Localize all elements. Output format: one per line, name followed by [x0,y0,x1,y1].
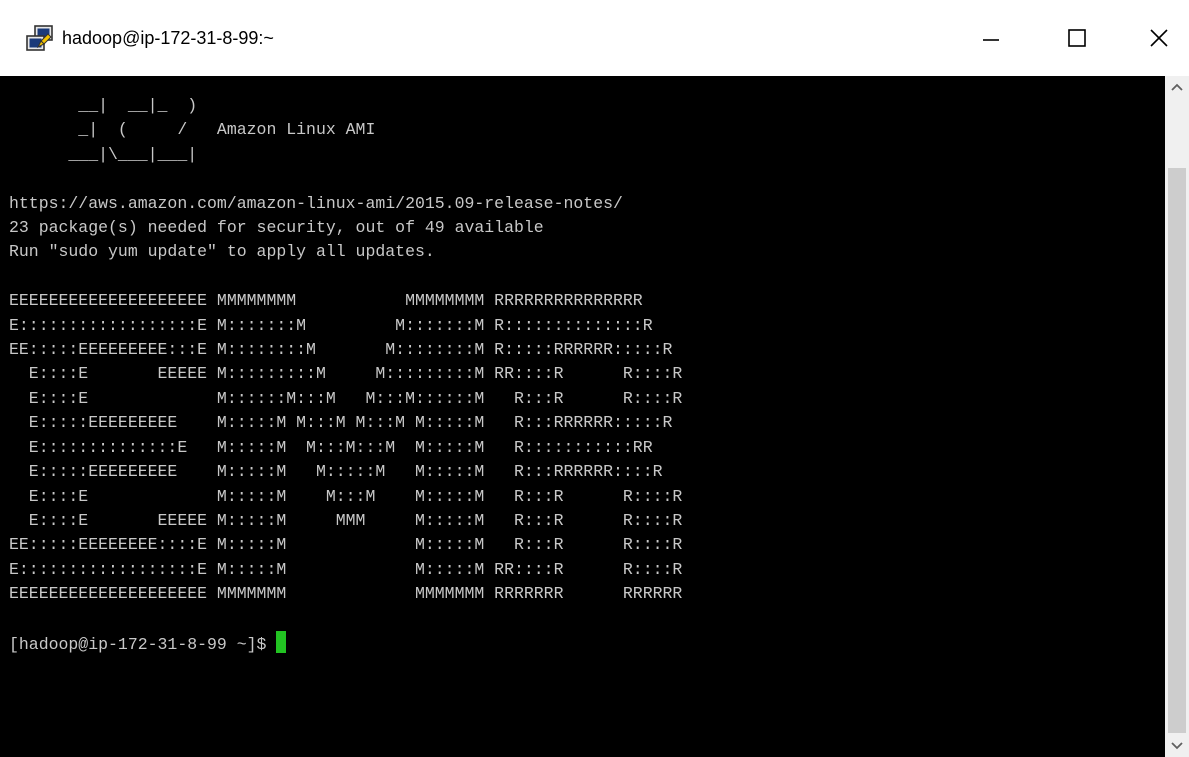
close-icon [1150,29,1168,47]
maximize-icon [1068,29,1086,47]
putty-terminal-icon [26,25,53,51]
terminal-window: hadoop@ip-172-31-8-99:~ __| __|_ ) _| ( … [0,0,1189,757]
window-title: hadoop@ip-172-31-8-99:~ [62,28,274,48]
shell-prompt: [hadoop@ip-172-31-8-99 ~]$ [9,634,277,654]
title-bar[interactable]: hadoop@ip-172-31-8-99:~ [0,0,1189,76]
close-button[interactable] [1128,0,1189,76]
terminal-text: __| __|_ ) _| ( / Amazon Linux AMI ___|\… [0,76,1165,657]
scroll-thumb[interactable] [1168,168,1186,733]
scroll-up-button[interactable] [1165,76,1189,98]
scroll-down-arrow-icon [1171,742,1183,750]
maximize-button[interactable] [1046,0,1108,76]
terminal-lines: __| __|_ ) _| ( / Amazon Linux AMI ___|\… [9,96,683,604]
scroll-down-button[interactable] [1165,735,1189,757]
scroll-up-arrow-icon [1171,83,1183,91]
minimize-button[interactable] [960,0,1022,76]
terminal-output[interactable]: __| __|_ ) _| ( / Amazon Linux AMI ___|\… [0,76,1165,757]
vertical-scrollbar[interactable] [1165,76,1189,757]
text-cursor [276,630,287,653]
minimize-icon [983,39,999,41]
